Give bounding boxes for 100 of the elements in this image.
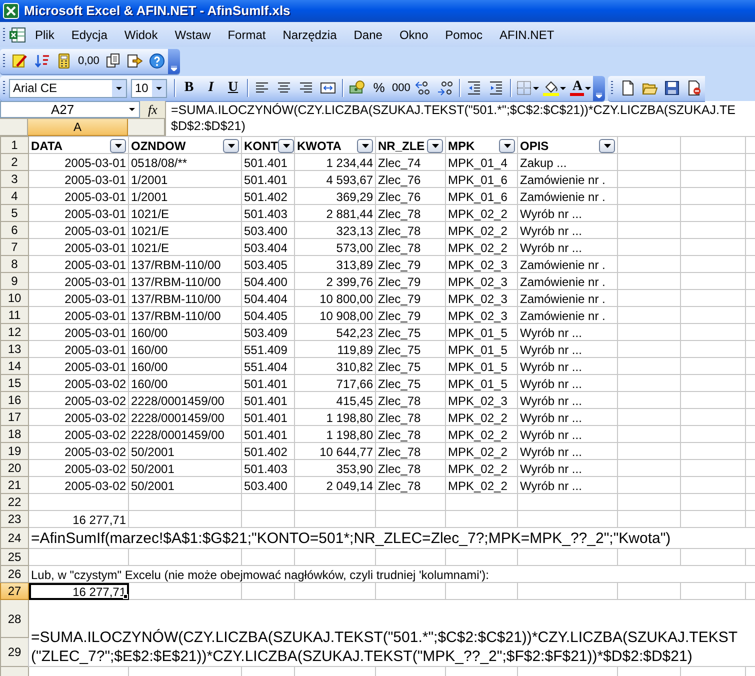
percent-button[interactable]: % xyxy=(368,77,390,99)
menu-item[interactable]: Wstaw xyxy=(166,24,220,44)
table-cell: Zlec_75 xyxy=(376,324,446,340)
thousands-button[interactable]: 000 xyxy=(390,77,412,99)
row-header[interactable]: 2 xyxy=(0,154,28,170)
table-cell: 501.401 xyxy=(242,426,294,442)
menu-item[interactable]: AFIN.NET xyxy=(492,24,564,44)
row-header[interactable]: 18 xyxy=(0,426,28,442)
table-cell: 4 593,67 xyxy=(294,170,376,188)
table-cell: Zlec_78 xyxy=(376,442,446,460)
table-cell: 2005-03-02 xyxy=(28,426,128,442)
row-header[interactable]: 10 xyxy=(0,290,28,306)
row-header[interactable]: 20 xyxy=(0,460,28,476)
table-cell: 573,00 xyxy=(294,238,376,256)
table-cell: 503.400 xyxy=(242,222,294,238)
filter-dropdown-button[interactable] xyxy=(223,139,239,152)
table-cell: Zlec_79 xyxy=(376,272,446,290)
row-header[interactable]: 13 xyxy=(0,340,28,358)
menu-item[interactable]: Format xyxy=(220,24,275,44)
toolbar-options-button[interactable] xyxy=(168,48,180,74)
row-header[interactable]: 11 xyxy=(0,306,28,324)
row-header[interactable]: 26 xyxy=(0,566,28,582)
paint-bucket-icon xyxy=(543,80,560,96)
table-cell: 323,13 xyxy=(294,222,376,238)
table-cell: 2005-03-01 xyxy=(28,324,128,340)
font-color-button[interactable]: A xyxy=(568,77,594,99)
row-header[interactable]: 3 xyxy=(0,170,28,188)
number-format-button[interactable]: 0,00 xyxy=(75,50,102,72)
table-cell: Wyrób nr ... xyxy=(518,340,618,358)
table-cell: Zlec_78 xyxy=(376,426,446,442)
table-cell: Zlec_76 xyxy=(376,170,446,188)
name-box[interactable]: A27 xyxy=(0,101,140,118)
table-cell[interactable]: 16 277,71 xyxy=(28,582,128,600)
row-header[interactable]: 27 xyxy=(0,582,28,600)
menu-item[interactable]: Pomoc xyxy=(437,24,492,44)
filter-dropdown-button[interactable] xyxy=(599,139,615,152)
table-cell: 501.402 xyxy=(242,442,294,460)
table-cell: Wyrób nr ... xyxy=(518,476,618,494)
table-cell: Wyrób nr ... xyxy=(518,408,618,426)
filter-dropdown-button[interactable] xyxy=(427,139,443,152)
table-cell: 2005-03-02 xyxy=(28,408,128,426)
table-cell[interactable]: 16 277,71 xyxy=(28,510,128,528)
table-cell: MPK_02_2 xyxy=(446,460,518,476)
table-cell: 2005-03-01 xyxy=(28,170,128,188)
menu-item[interactable]: Plik xyxy=(27,24,64,44)
table-cell: 551.409 xyxy=(242,340,294,358)
menu-item[interactable]: Dane xyxy=(346,24,392,44)
table-cell: 160/00 xyxy=(128,358,242,374)
row-header[interactable]: 24 xyxy=(0,528,28,548)
menu-item[interactable]: Narzędzia xyxy=(274,24,346,44)
row-header[interactable]: 8 xyxy=(0,256,28,272)
caret-icon xyxy=(114,144,122,148)
row-header[interactable]: 1 xyxy=(0,136,28,154)
row-header[interactable]: 16 xyxy=(0,392,28,408)
excel-icon xyxy=(3,3,19,19)
menu-item[interactable]: Widok xyxy=(116,24,167,44)
table-cell: Zlec_79 xyxy=(376,290,446,306)
font-size-dropdown[interactable]: 10 xyxy=(131,78,167,98)
caret-icon xyxy=(533,86,540,90)
row-header[interactable]: 25 xyxy=(0,548,28,566)
menu-item[interactable]: Okno xyxy=(391,24,438,44)
font-dropdown[interactable]: Arial CE xyxy=(9,78,127,98)
row-header[interactable]: 15 xyxy=(0,374,28,392)
table-cell: 503.400 xyxy=(242,476,294,494)
italic-button[interactable]: I xyxy=(200,77,222,99)
row-header[interactable]: 29 xyxy=(0,638,28,666)
row-header[interactable]: 28 xyxy=(0,600,28,638)
toolbar-options-button[interactable] xyxy=(593,76,606,100)
menu-item[interactable]: Edycja xyxy=(63,24,116,44)
row-header[interactable]: 22 xyxy=(0,494,28,510)
table-cell: 10 800,00 xyxy=(294,290,376,306)
table-cell: MPK_02_2 xyxy=(446,238,518,256)
formula-text[interactable]: =SUMA.ILOCZYNÓW(CZY.LICZBA(SZUKAJ.TEKST("501.*";$C$2:$C$21))*CZY.LICZBA(SZUKAJ.TE xyxy=(171,102,736,118)
filter-dropdown-button[interactable] xyxy=(110,139,126,152)
row-header[interactable]: 14 xyxy=(0,358,28,374)
row-header[interactable]: 17 xyxy=(0,408,28,426)
table-cell: 717,66 xyxy=(294,374,376,392)
underline-button[interactable]: U xyxy=(222,77,244,99)
filter-dropdown-button[interactable] xyxy=(499,139,515,152)
table-cell: Wyrób nr ... xyxy=(518,222,618,238)
table-cell: 2005-03-01 xyxy=(28,272,128,290)
column-header[interactable]: A xyxy=(28,119,128,136)
table-cell: MPK_02_2 xyxy=(446,476,518,494)
filter-dropdown-button[interactable] xyxy=(278,139,294,152)
row-header[interactable]: 6 xyxy=(0,222,28,238)
row-header[interactable]: 19 xyxy=(0,442,28,460)
insert-function-button[interactable]: fx xyxy=(140,102,158,118)
column-title: KONT xyxy=(244,139,278,152)
table-cell: 501.403 xyxy=(242,204,294,222)
bold-button[interactable]: B xyxy=(178,77,200,99)
row-header[interactable]: 23 xyxy=(0,510,28,528)
row-header[interactable]: 7 xyxy=(0,238,28,256)
formula-text[interactable]: $D$2:$D$21) xyxy=(171,118,246,134)
row-header[interactable]: 21 xyxy=(0,476,28,494)
row-header[interactable]: 12 xyxy=(0,324,28,340)
row-header[interactable]: 9 xyxy=(0,272,28,290)
table-cell: MPK_01_5 xyxy=(446,340,518,358)
row-header[interactable]: 4 xyxy=(0,188,28,204)
filter-dropdown-button[interactable] xyxy=(357,139,373,152)
row-header[interactable]: 5 xyxy=(0,204,28,222)
